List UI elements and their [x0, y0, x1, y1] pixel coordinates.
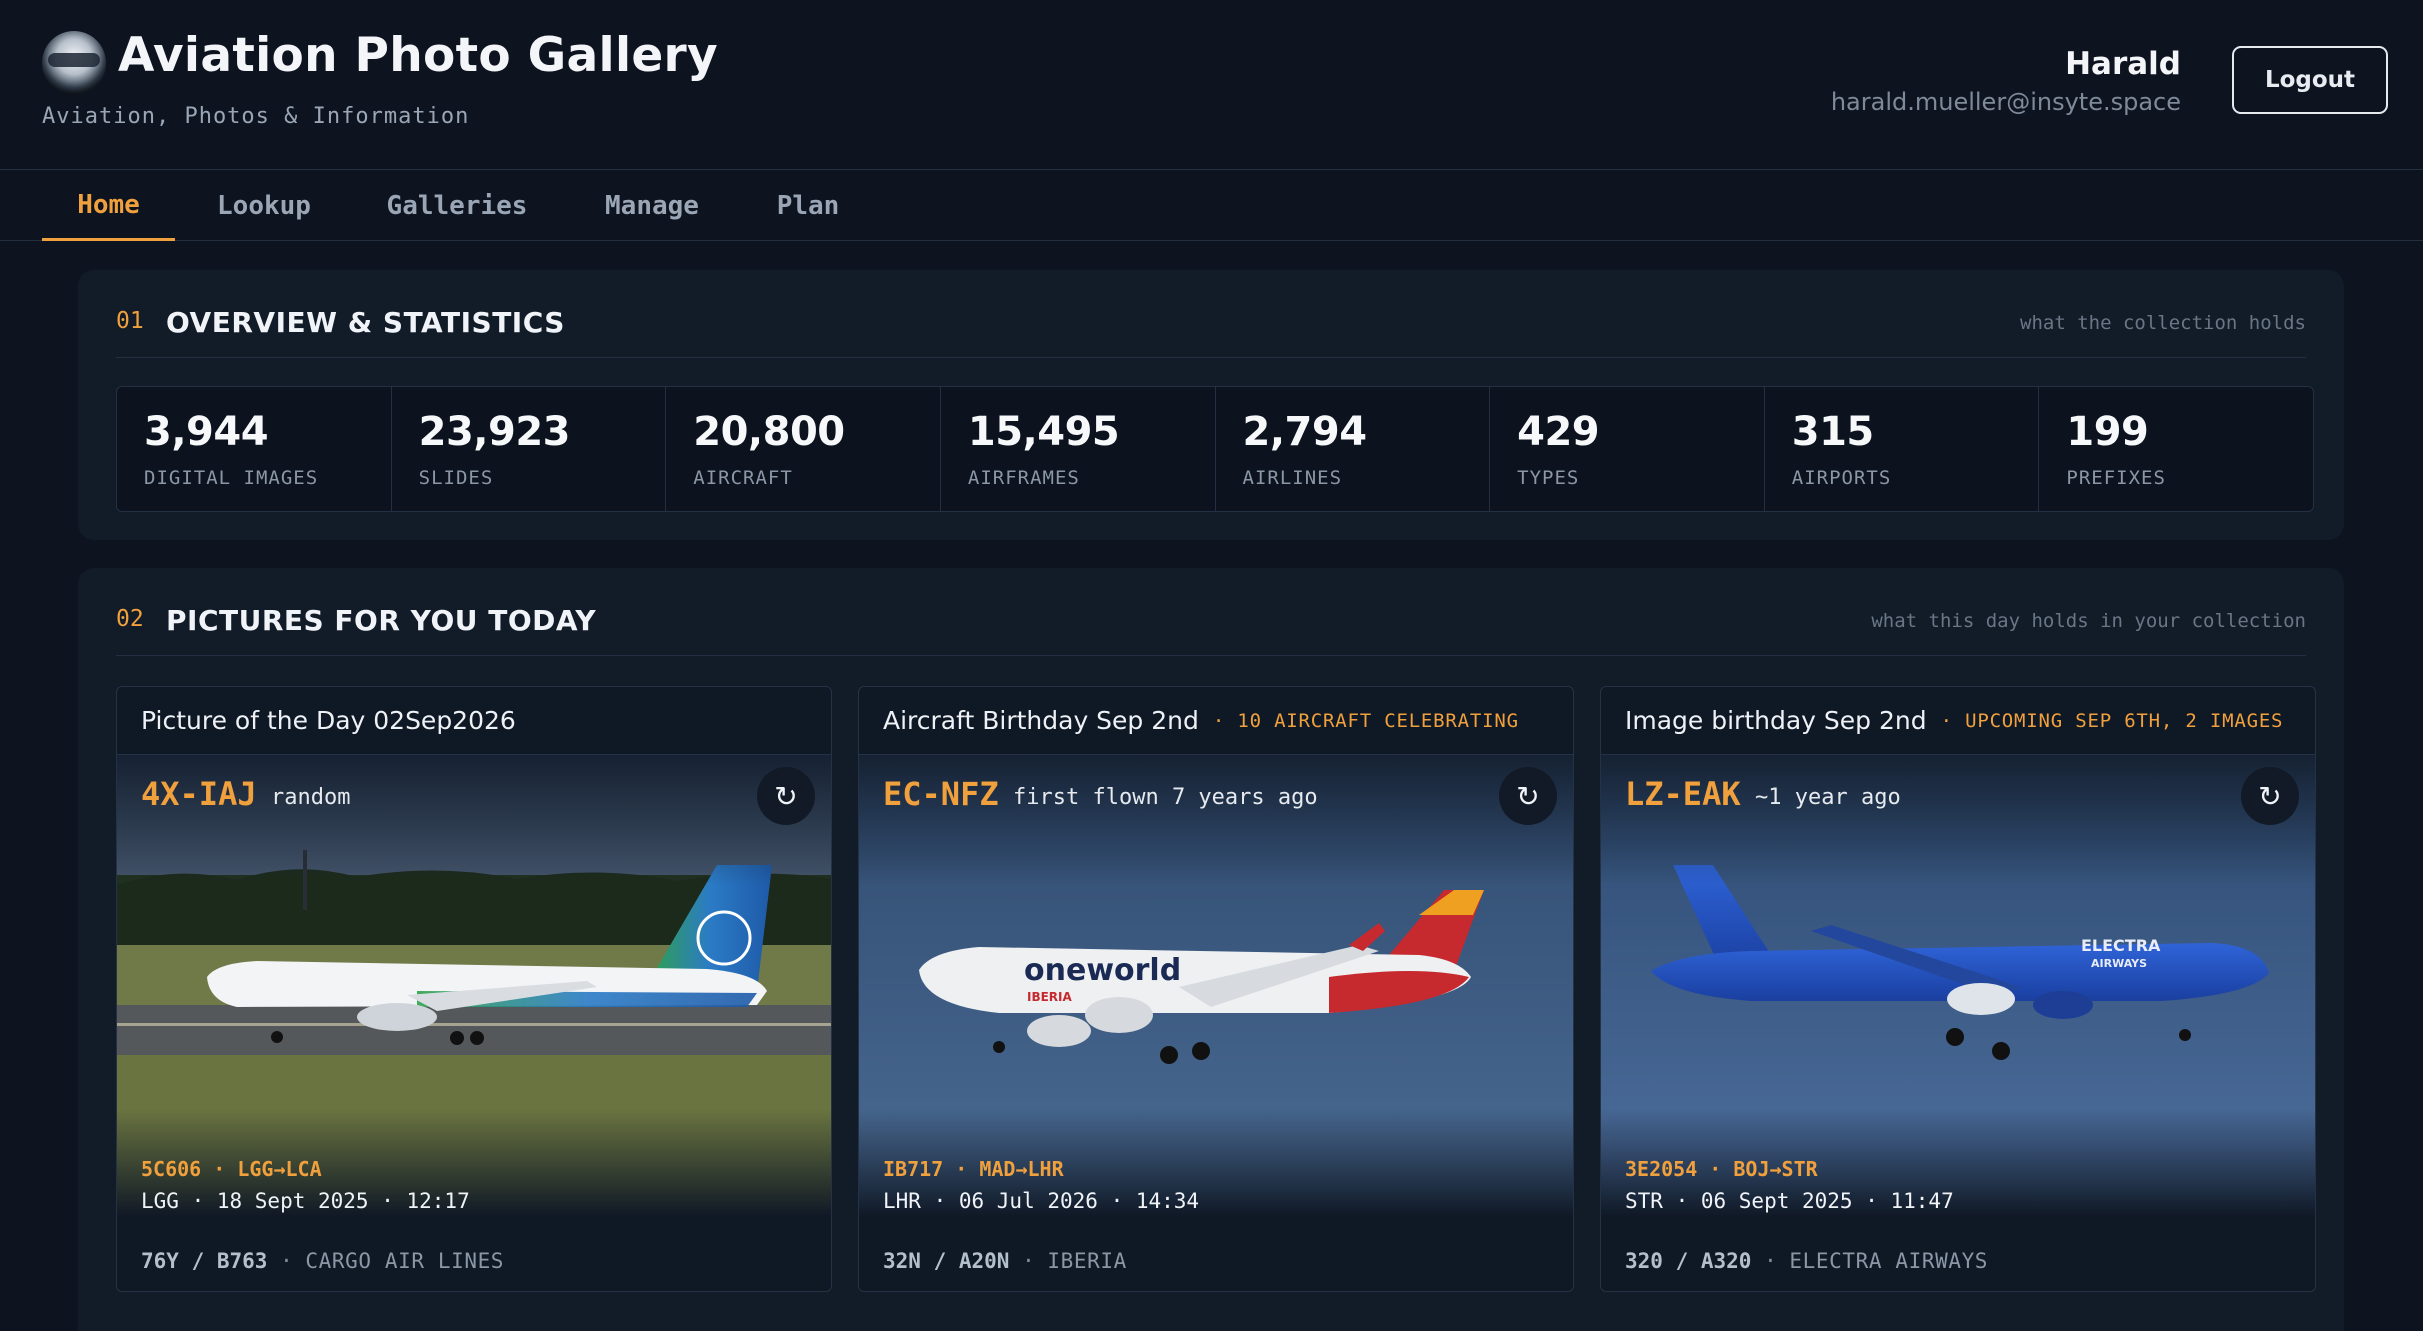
tab-home[interactable]: Home — [42, 171, 175, 241]
separator: · — [280, 1249, 293, 1273]
registration[interactable]: 4X-IAJ — [141, 775, 257, 813]
app-header: Aviation Photo Gallery Aviation, Photos … — [0, 0, 2423, 170]
registration-note: random — [271, 785, 351, 810]
card-title: Image birthday Sep 2nd — [1625, 706, 1927, 735]
logout-button[interactable]: Logout — [2232, 46, 2388, 114]
stat-digital-images[interactable]: 3,944 DIGITAL IMAGES — [117, 387, 392, 511]
flight-route: 3E2054 · BOJ→STR — [1625, 1157, 1818, 1181]
tab-galleries[interactable]: Galleries — [372, 171, 542, 241]
aircraft-birthday-card: Aircraft Birthday Sep 2nd · 10 AIRCRAFT … — [858, 686, 1574, 1292]
photo-location-date: LHR · 06 Jul 2026 · 14:34 — [883, 1189, 1200, 1213]
separator: · — [1022, 1249, 1035, 1273]
card-header: Picture of the Day 02Sep2026 — [117, 687, 831, 755]
photo-location-date: LGG · 18 Sept 2025 · 12:17 — [141, 1189, 470, 1213]
livery-text: oneworld — [1024, 953, 1181, 988]
aircraft-photo[interactable]: ELECTRA AIRWAYS LZ-EAK ~1 year ago ↻ 3E2… — [1601, 755, 2315, 1229]
card-footer: 32N / A20N · IBERIA — [883, 1249, 1127, 1273]
stat-label: PREFIXES — [2066, 467, 2166, 489]
stat-value: 2,794 — [1242, 409, 1368, 455]
stat-value: 15,495 — [967, 409, 1120, 455]
refresh-icon[interactable]: ↻ — [757, 767, 815, 825]
airline-name[interactable]: ELECTRA AIRWAYS — [1789, 1249, 1988, 1273]
flight-route: 5C606 · LGG→LCA — [141, 1157, 322, 1181]
card-note: · UPCOMING SEP 6TH, 2 IMAGES — [1940, 709, 2284, 732]
stat-label: SLIDES — [418, 467, 494, 489]
stat-value: 199 — [2066, 409, 2149, 455]
picture-of-the-day-card: Picture of the Day 02Sep2026 4X-IAJ rand… — [116, 686, 832, 1292]
registration[interactable]: LZ-EAK — [1625, 775, 1741, 813]
livery-text: ELECTRA — [2081, 936, 2161, 955]
stat-airports[interactable]: 315 AIRPORTS — [1765, 387, 2040, 511]
aircraft-photo[interactable]: oneworld IBERIA EC-NFZ first flown 7 yea… — [859, 755, 1573, 1229]
card-title: Picture of the Day 02Sep2026 — [141, 706, 516, 735]
stat-value: 20,800 — [693, 409, 845, 455]
separator: · — [1764, 1249, 1777, 1273]
aircraft-photo[interactable]: 4X-IAJ random ↻ 5C606 · LGG→LCA LGG · 18… — [117, 755, 831, 1229]
card-footer: 320 / A320 · ELECTRA AIRWAYS — [1625, 1249, 1988, 1273]
card-header: Aircraft Birthday Sep 2nd · 10 AIRCRAFT … — [859, 687, 1573, 755]
stat-slides[interactable]: 23,923 SLIDES — [392, 387, 667, 511]
registration[interactable]: EC-NFZ — [883, 775, 999, 813]
stats-bar: 3,944 DIGITAL IMAGES 23,923 SLIDES 20,80… — [116, 386, 2314, 512]
image-birthday-card: Image birthday Sep 2nd · UPCOMING SEP 6T… — [1600, 686, 2316, 1292]
registration-note: first flown 7 years ago — [1013, 785, 1318, 810]
section-number: 01 — [116, 308, 144, 334]
stat-label: DIGITAL IMAGES — [144, 467, 319, 489]
stat-value: 429 — [1517, 409, 1600, 455]
stat-airframes[interactable]: 15,495 AIRFRAMES — [941, 387, 1216, 511]
user-name: Harald — [2065, 46, 2181, 82]
refresh-icon[interactable]: ↻ — [1499, 767, 1557, 825]
tab-plan[interactable]: Plan — [765, 171, 851, 241]
section-title: OVERVIEW & STATISTICS — [166, 306, 565, 339]
section-note: what the collection holds — [2020, 312, 2306, 334]
app-logo — [42, 31, 106, 95]
stat-aircraft[interactable]: 20,800 AIRCRAFT — [666, 387, 941, 511]
card-title: Aircraft Birthday Sep 2nd — [883, 706, 1199, 735]
stat-prefixes[interactable]: 199 PREFIXES — [2039, 387, 2313, 511]
main-nav: Home Lookup Galleries Manage Plan — [0, 171, 2423, 241]
aircraft-type[interactable]: 32N / A20N — [883, 1249, 1009, 1273]
stat-value: 23,923 — [418, 409, 571, 455]
app-subtitle: Aviation, Photos & Information — [42, 104, 470, 129]
user-email: harald.mueller@insyte.space — [1830, 88, 2181, 116]
today-header: 02 PICTURES FOR YOU TODAY what this day … — [116, 568, 2306, 656]
stat-label: AIRFRAMES — [967, 467, 1080, 489]
stat-types[interactable]: 429 TYPES — [1490, 387, 1765, 511]
aircraft-type[interactable]: 76Y / B763 — [141, 1249, 267, 1273]
livery-sub: IBERIA — [1027, 990, 1073, 1004]
card-note: · 10 AIRCRAFT CELEBRATING — [1212, 709, 1519, 732]
aircraft-type[interactable]: 320 / A320 — [1625, 1249, 1751, 1273]
tab-manage[interactable]: Manage — [592, 171, 712, 241]
section-title: PICTURES FOR YOU TODAY — [166, 604, 597, 637]
photo-location-date: STR · 06 Sept 2025 · 11:47 — [1625, 1189, 1954, 1213]
refresh-icon[interactable]: ↻ — [2241, 767, 2299, 825]
stat-value: 315 — [1791, 409, 1874, 455]
stat-label: TYPES — [1517, 467, 1580, 489]
section-number: 02 — [116, 606, 144, 632]
stat-label: AIRCRAFT — [693, 467, 793, 489]
overview-panel: 01 OVERVIEW & STATISTICS what the collec… — [78, 270, 2344, 540]
section-note: what this day holds in your collection — [1871, 610, 2306, 632]
flight-route: IB717 · MAD→LHR — [883, 1157, 1064, 1181]
today-panel: 02 PICTURES FOR YOU TODAY what this day … — [78, 568, 2344, 1331]
tab-lookup[interactable]: Lookup — [200, 171, 328, 241]
livery-sub: AIRWAYS — [2091, 957, 2147, 970]
stat-label: AIRPORTS — [1791, 467, 1892, 489]
card-header: Image birthday Sep 2nd · UPCOMING SEP 6T… — [1601, 687, 2315, 755]
app-title: Aviation Photo Gallery — [118, 28, 718, 83]
stat-label: AIRLINES — [1242, 467, 1343, 489]
overview-header: 01 OVERVIEW & STATISTICS what the collec… — [116, 270, 2306, 358]
card-footer: 76Y / B763 · CARGO AIR LINES — [141, 1249, 504, 1273]
stat-value: 3,944 — [144, 409, 269, 455]
registration-note: ~1 year ago — [1755, 785, 1901, 810]
stat-airlines[interactable]: 2,794 AIRLINES — [1216, 387, 1491, 511]
airline-name[interactable]: CARGO AIR LINES — [305, 1249, 504, 1273]
airline-name[interactable]: IBERIA — [1047, 1249, 1126, 1273]
